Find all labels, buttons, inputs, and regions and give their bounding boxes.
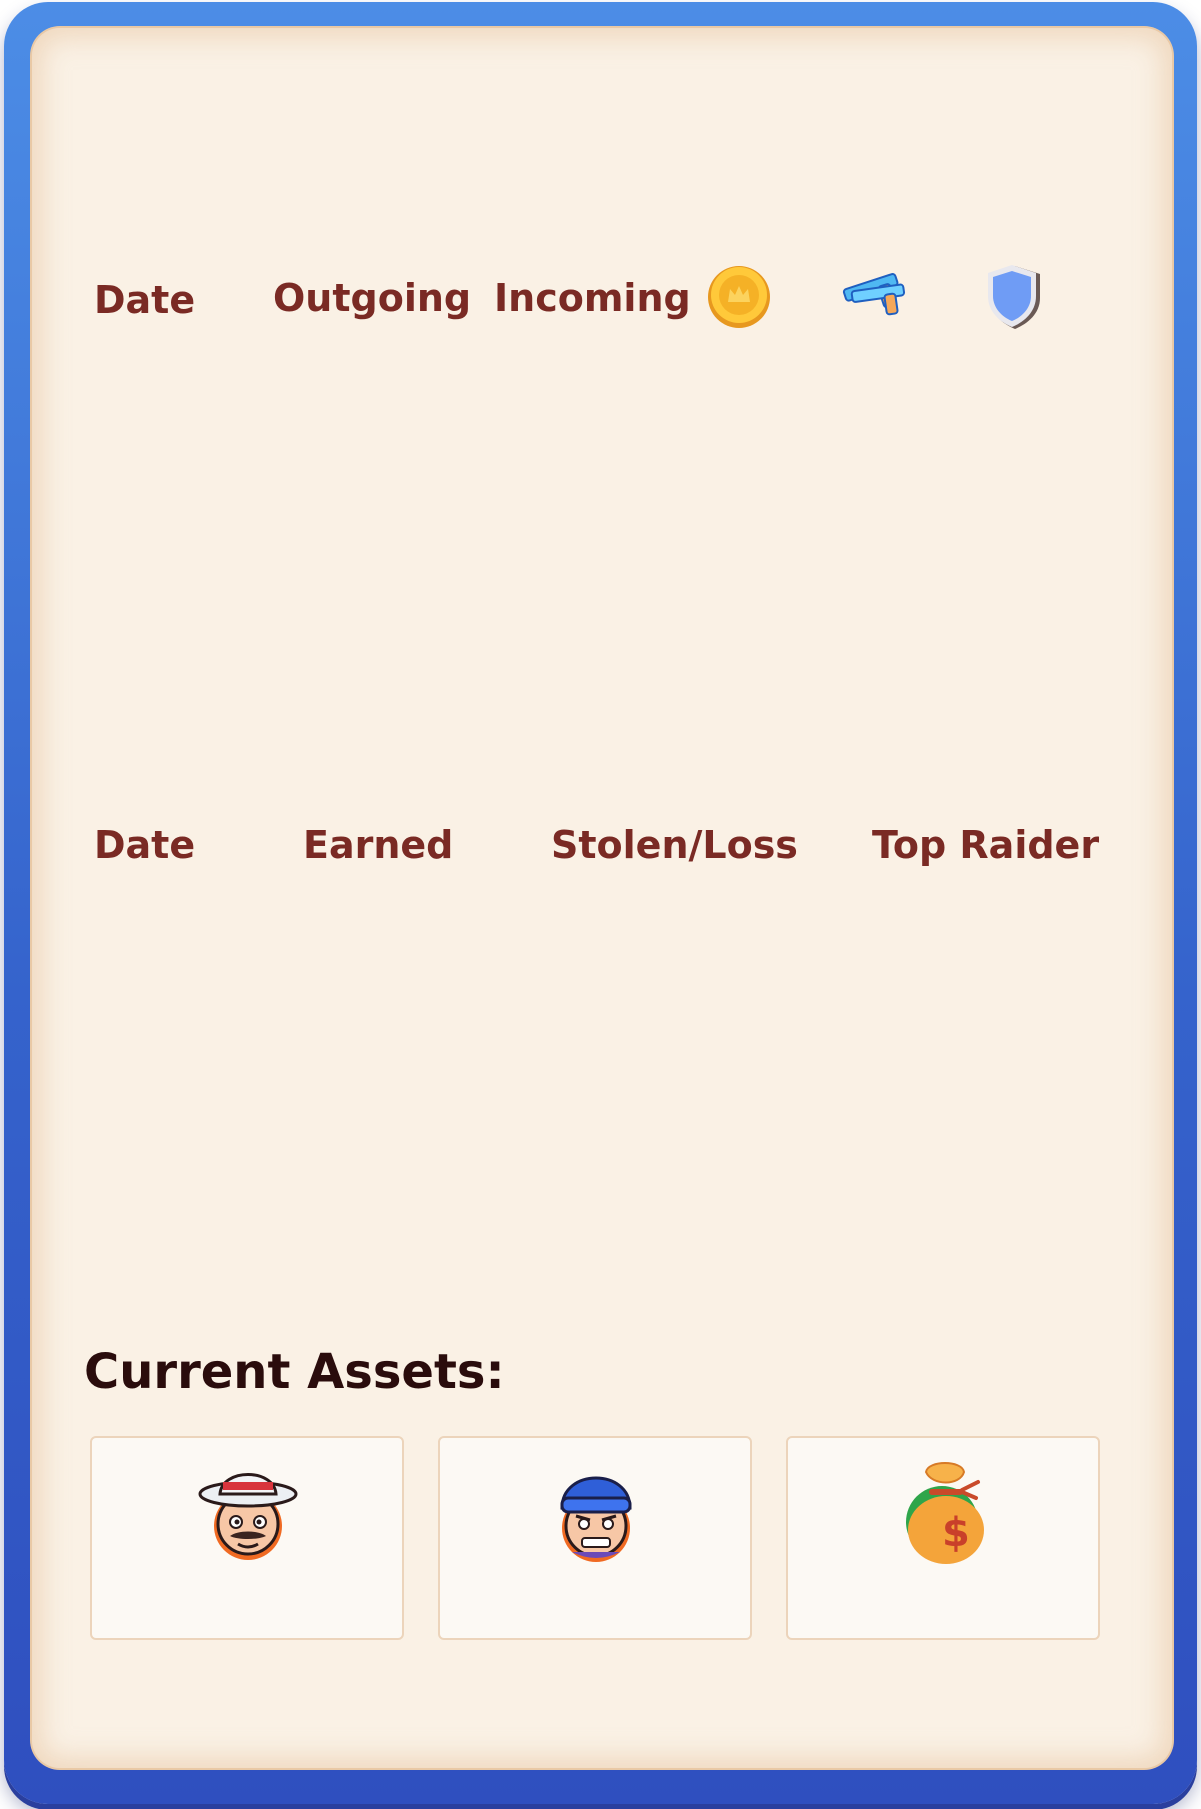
svg-text:$: $ bbox=[942, 1510, 970, 1556]
money-bag-icon: $ bbox=[906, 1462, 984, 1564]
column-header-stolen-loss: Stolen/Loss bbox=[551, 823, 798, 867]
gangster-fedora-avatar-icon bbox=[198, 1473, 298, 1560]
column-header-top-raider: Top Raider bbox=[872, 823, 1100, 867]
asset-card[interactable] bbox=[90, 1436, 404, 1640]
column-header-earned: Earned bbox=[303, 823, 454, 867]
shield-icon bbox=[988, 265, 1040, 329]
thief-beanie-avatar-icon bbox=[560, 1476, 632, 1562]
column-header-outgoing: Outgoing bbox=[273, 276, 472, 320]
column-header-incoming: Incoming bbox=[494, 276, 691, 320]
current-assets-title: Current Assets: bbox=[84, 1344, 505, 1400]
pistols-icon bbox=[842, 273, 906, 316]
asset-card[interactable]: $ bbox=[786, 1436, 1100, 1640]
column-header-date: Date bbox=[94, 823, 196, 867]
asset-card[interactable] bbox=[438, 1436, 752, 1640]
column-header-date: Date bbox=[94, 278, 196, 322]
gold-coin-icon bbox=[708, 266, 770, 328]
